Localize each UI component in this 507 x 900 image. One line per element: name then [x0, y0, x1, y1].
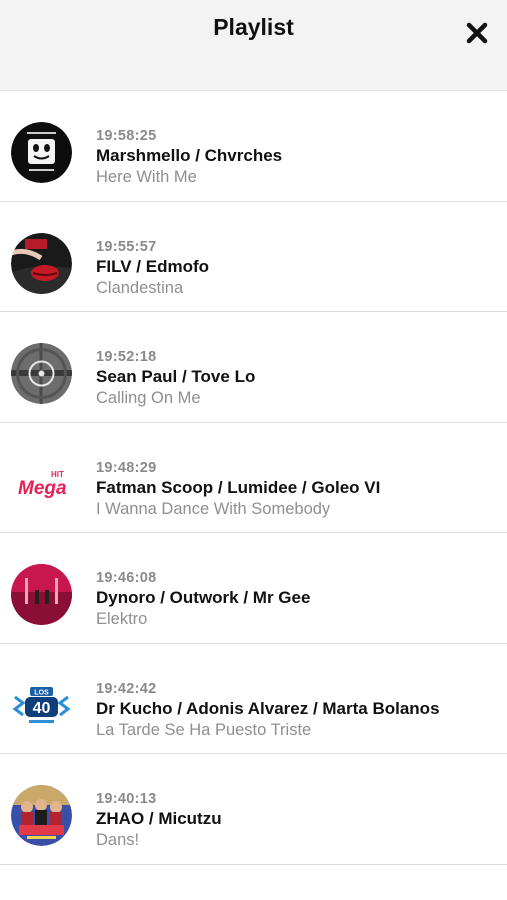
list-item[interactable]: 19:52:18 Sean Paul / Tove Lo Calling On …: [0, 312, 507, 423]
track-time: 19:42:42: [96, 680, 157, 697]
svg-text:LOS: LOS: [34, 689, 49, 696]
track-title: Calling On Me: [96, 389, 201, 407]
marshmello-cover: [11, 122, 72, 183]
gray-target-cover: [11, 343, 72, 404]
track-artist: Dynoro / Outwork / Mr Gee: [96, 588, 311, 607]
track-time: 19:55:57: [96, 238, 157, 255]
mega-hit-logo: Mega HIT: [11, 453, 72, 515]
list-item[interactable]: LOS 40 19:42:42 Dr Kucho / Adonis Alvare…: [0, 644, 507, 754]
track-time: 19:40:13: [96, 791, 157, 807]
svg-text:40: 40: [33, 700, 51, 717]
list-item[interactable]: 19:55:57 FILV / Edmofo Clandestina: [0, 202, 507, 312]
track-artist: Marshmello / Chvrches: [96, 146, 283, 165]
track-artist: Dr Kucho / Adonis Alvarez / Marta Bolano…: [96, 698, 440, 718]
close-button[interactable]: [462, 18, 492, 48]
page-title: Playlist: [213, 14, 294, 40]
svg-text:HIT: HIT: [51, 470, 64, 479]
los-40-logo: LOS 40: [11, 674, 72, 736]
dans-cover: [11, 785, 72, 846]
list-item[interactable]: 19:40:13 ZHAO / Micutzu Dans!: [0, 754, 507, 865]
track-title: Elektro: [96, 610, 148, 628]
track-title: Clandestina: [96, 278, 184, 297]
track-time: 19:58:25: [96, 128, 157, 144]
playlist: 19:58:25 Marshmello / Chvrches Here With…: [0, 91, 507, 865]
track-artist: Sean Paul / Tove Lo: [96, 367, 256, 386]
track-time: 19:46:08: [96, 570, 157, 586]
close-icon: [466, 22, 488, 44]
track-title: Here With Me: [96, 168, 197, 186]
track-artist: ZHAO / Micutzu: [96, 809, 222, 828]
track-time: 19:52:18: [96, 349, 157, 365]
list-item[interactable]: 19:58:25 Marshmello / Chvrches Here With…: [0, 91, 507, 202]
track-time: 19:48:29: [96, 459, 157, 476]
red-lips-cover: [11, 232, 72, 294]
track-title: Dans!: [96, 831, 140, 849]
list-item[interactable]: Mega HIT 19:48:29 Fatman Scoop / Lumidee…: [0, 423, 507, 533]
track-title: I Wanna Dance With Somebody: [96, 499, 331, 518]
track-title: La Tarde Se Ha Puesto Triste: [96, 720, 312, 739]
svg-text:Mega: Mega: [18, 478, 67, 499]
header: Playlist: [0, 0, 507, 91]
list-item[interactable]: 19:46:08 Dynoro / Outwork / Mr Gee Elekt…: [0, 533, 507, 644]
pink-room-cover: [11, 564, 72, 625]
track-artist: FILV / Edmofo: [96, 256, 210, 276]
track-artist: Fatman Scoop / Lumidee / Goleo VI: [96, 477, 381, 497]
